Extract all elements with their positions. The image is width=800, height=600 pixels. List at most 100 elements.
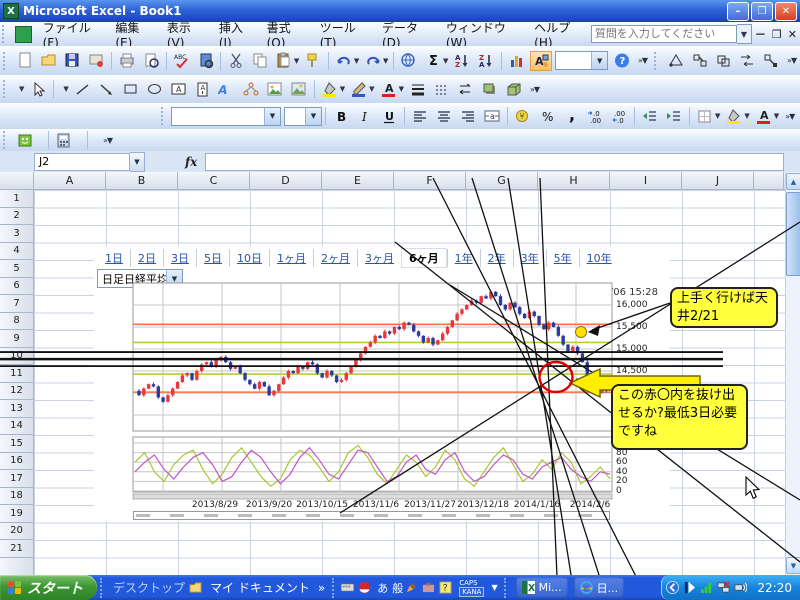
range-tab-3年[interactable]: 3年 — [513, 249, 546, 267]
percent-icon[interactable]: % — [536, 106, 558, 126]
help-icon[interactable]: ? — [611, 51, 633, 71]
toolbar-grip[interactable] — [654, 52, 661, 70]
row-header-13[interactable]: 13 — [0, 400, 33, 418]
column-header-G[interactable]: G — [466, 172, 538, 189]
font-color-icon[interactable]: A — [378, 79, 400, 99]
range-tab-2年[interactable]: 2年 — [480, 249, 513, 267]
drawing-icon[interactable]: A — [530, 51, 552, 71]
toolbar-grip[interactable] — [161, 107, 168, 125]
dropdown-arrow-icon[interactable]: ▼ — [63, 85, 68, 93]
row-header-3[interactable]: 3 — [0, 225, 33, 243]
toolbar-grip[interactable] — [3, 80, 10, 98]
row-header-4[interactable]: 4 — [0, 243, 33, 261]
save-icon[interactable] — [62, 51, 84, 71]
column-header-A[interactable]: A — [34, 172, 106, 189]
flow2-icon[interactable] — [689, 51, 711, 71]
scroll-up-icon[interactable]: ▲ — [786, 173, 800, 190]
signal-icon[interactable] — [700, 581, 713, 594]
flow4-icon[interactable] — [736, 51, 758, 71]
row-header-12[interactable]: 12 — [0, 383, 33, 401]
paste-icon[interactable] — [273, 51, 295, 71]
row-header-16[interactable]: 16 — [0, 453, 33, 471]
dropdown-arrow-icon[interactable]: ▼ — [443, 57, 448, 65]
column-header-E[interactable]: E — [322, 172, 394, 189]
text-box-icon[interactable]: A — [168, 79, 190, 99]
scroll-down-icon[interactable]: ▼ — [786, 557, 800, 574]
flow1-icon[interactable] — [665, 51, 687, 71]
name-box[interactable]: J2 — [34, 153, 130, 171]
wireless-icon[interactable] — [734, 581, 747, 594]
start-button[interactable]: スタート — [0, 575, 97, 600]
row-header-17[interactable]: 17 — [0, 470, 33, 488]
range-tab-2ヶ月[interactable]: 2ヶ月 — [313, 249, 357, 267]
keyboard-icon[interactable] — [341, 581, 354, 594]
ime-options-icon[interactable]: ▼ — [491, 583, 496, 592]
range-tab-5年[interactable]: 5年 — [546, 249, 579, 267]
doc-minimize-button[interactable]: － — [755, 26, 766, 42]
threed-icon[interactable] — [503, 79, 525, 99]
row-header-7[interactable]: 7 — [0, 295, 33, 313]
row-header-20[interactable]: 20 — [0, 523, 33, 541]
column-header-D[interactable]: D — [250, 172, 322, 189]
align-left-icon[interactable] — [409, 106, 431, 126]
column-header-I[interactable]: I — [610, 172, 682, 189]
v-text-box-icon[interactable]: A — [192, 79, 214, 99]
toolbar-grip[interactable] — [3, 52, 10, 70]
ime-help-icon[interactable]: ? — [439, 581, 452, 594]
zoom-control[interactable]: ▼ — [555, 51, 609, 70]
dropdown-arrow-icon[interactable]: ▼ — [399, 85, 404, 93]
row-header-15[interactable]: 15 — [0, 435, 33, 453]
ime-ball-icon[interactable] — [358, 581, 371, 594]
sort-desc-icon[interactable]: ZA — [475, 51, 497, 71]
row-header-6[interactable]: 6 — [0, 278, 33, 296]
dec-indent-icon[interactable] — [639, 106, 661, 126]
fcolor2-icon[interactable]: A — [753, 106, 775, 126]
line-icon[interactable] — [72, 79, 94, 99]
cut-icon[interactable] — [225, 51, 247, 71]
line-color-icon[interactable] — [348, 79, 370, 99]
range-tab-2日[interactable]: 2日 — [130, 249, 163, 267]
inc-indent-icon[interactable] — [663, 106, 685, 126]
merge-center-icon[interactable]: a — [481, 106, 503, 126]
new-doc-icon[interactable] — [14, 51, 36, 71]
callout-top[interactable]: 上手く行けば天井2/21 — [670, 287, 778, 328]
range-tab-3ヶ月[interactable]: 3ヶ月 — [357, 249, 401, 267]
char-helper-icon[interactable] — [14, 130, 36, 150]
callout-bottom[interactable]: この赤〇内を抜け出せるか?最低3日必要ですね — [611, 384, 748, 450]
toolbar-grip[interactable] — [2, 25, 9, 43]
font-size-select[interactable]: ▼ — [284, 107, 322, 126]
vertical-scrollbar[interactable]: ▲ ▼ — [785, 172, 800, 575]
font-name-select[interactable]: ▼ — [171, 107, 281, 126]
autosum-icon[interactable]: Σ — [422, 51, 444, 71]
question-input[interactable] — [591, 25, 737, 43]
align-center-icon[interactable] — [433, 106, 455, 126]
ime-tools-icon[interactable] — [422, 581, 435, 594]
range-tab-3日[interactable]: 3日 — [163, 249, 196, 267]
dropdown-arrow-icon[interactable]: ▼ — [744, 112, 749, 120]
fill-color-icon[interactable] — [319, 79, 341, 99]
restore-button[interactable]: ❐ — [751, 2, 773, 21]
row-header-9[interactable]: 9 — [0, 330, 33, 348]
name-box-dropdown-icon[interactable]: ▼ — [130, 152, 145, 172]
column-header-J[interactable]: J — [682, 172, 754, 189]
row-header-5[interactable]: 5 — [0, 260, 33, 278]
permission-icon[interactable] — [85, 51, 107, 71]
row-header-8[interactable]: 8 — [0, 313, 33, 331]
fill2-icon[interactable] — [723, 106, 745, 126]
taskbar-grip[interactable] — [100, 578, 106, 598]
ime-mode[interactable]: 般 — [392, 580, 403, 596]
hide-tray-icon[interactable] — [666, 581, 679, 594]
close-button[interactable]: ✕ — [775, 2, 797, 21]
row-header-21[interactable]: 21 — [0, 540, 33, 558]
column-header-B[interactable]: B — [106, 172, 178, 189]
research-icon[interactable] — [195, 51, 217, 71]
doc-restore-button[interactable]: ❐ — [772, 28, 782, 41]
currency-icon[interactable]: ¥ — [512, 106, 534, 126]
task-button-excel[interactable]: X Mi... — [516, 577, 568, 598]
toolbar-options-icon[interactable]: »▼ — [103, 136, 112, 145]
range-tab-5日[interactable]: 5日 — [196, 249, 229, 267]
calculator-icon[interactable] — [53, 130, 75, 150]
row-header-2[interactable]: 2 — [0, 208, 33, 226]
column-headers[interactable]: ABCDEFGHIJ — [34, 172, 785, 190]
dash-style-icon[interactable] — [431, 79, 453, 99]
